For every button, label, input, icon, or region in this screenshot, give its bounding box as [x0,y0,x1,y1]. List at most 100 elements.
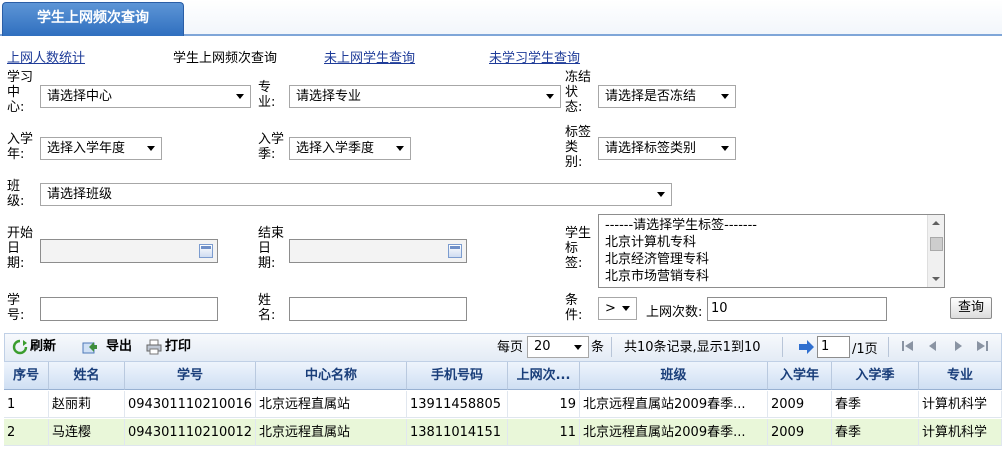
chevron-down-icon [236,94,244,99]
page-number-input[interactable]: 1 [817,336,850,358]
listbox-scrollbar[interactable] [927,215,944,287]
condition-label: 条件: [565,293,583,323]
per-page-select[interactable]: 20 [527,336,589,358]
tag-option[interactable]: 北京计算机专科 [605,234,696,251]
table-cell[interactable]: 北京远程直属站 [256,391,407,418]
col-header-phone[interactable]: 手机号码 [407,362,508,390]
chevron-down-icon [721,94,729,99]
name-label: 姓名: [258,293,276,323]
name-input[interactable] [289,297,467,321]
next-page-icon[interactable] [950,338,966,354]
table-cell[interactable]: 13911458805 [407,391,508,418]
previous-page-icon[interactable] [925,338,941,354]
record-summary: 共10条记录,显示1到10 [624,340,761,355]
chevron-down-icon [396,146,404,151]
col-header-season[interactable]: 入学季 [832,362,919,390]
nav-link-not-studied[interactable]: 未学习学生查询 [489,47,580,66]
table-cell[interactable]: 马连樱 [49,419,125,446]
nav-current-frequency: 学生上网频次查询 [173,51,278,66]
year-label: 入学年: [7,132,34,162]
col-header-center[interactable]: 中心名称 [256,362,407,390]
first-page-icon[interactable] [900,338,916,354]
last-page-icon[interactable] [974,338,990,354]
start-date-input[interactable] [40,239,218,263]
count-input[interactable]: 10 [707,297,887,321]
table-cell[interactable]: 19 [508,391,580,418]
table-cell[interactable]: 094301110210012 [125,419,256,446]
per-page-unit: 条 [591,340,605,355]
end-date-label: 结束日期: [258,226,285,271]
year-select[interactable]: 选择入学年度 [40,137,162,160]
count-label: 上网次数: [646,305,703,320]
major-select[interactable]: 请选择专业 [289,85,561,108]
per-page-label: 每页 [497,340,524,355]
table-cell[interactable]: 春季 [832,391,919,418]
table-cell[interactable]: 计算机科学 [919,391,1002,418]
col-header-student-id[interactable]: 学号 [125,362,256,390]
table-cell[interactable]: 2009 [768,391,832,418]
major-label: 专业: [258,80,276,110]
col-header-major[interactable]: 专业 [919,362,1002,390]
scroll-down-icon[interactable] [932,277,940,281]
col-header-year[interactable]: 入学年 [768,362,832,390]
student-id-label: 学号: [7,293,25,323]
class-label: 班级: [7,179,25,209]
export-button[interactable]: 导出 [106,333,132,360]
chevron-down-icon [574,345,582,350]
chevron-down-icon [657,192,665,197]
season-label: 入学季: [258,132,285,162]
toolbar-separator [782,337,783,357]
table-cell[interactable]: 春季 [832,419,919,446]
chevron-down-icon [546,94,554,99]
student-tag-listbox[interactable]: ------请选择学生标签------- 北京计算机专科 北京经济管理专科 北京… [598,214,945,288]
table-cell[interactable]: 11 [508,419,580,446]
toolbar-separator [888,337,889,357]
go-page-icon[interactable] [798,340,814,354]
chevron-down-icon [147,146,155,151]
scroll-up-icon[interactable] [932,221,940,225]
table-cell[interactable]: 094301110210016 [125,391,256,418]
nav-link-online-count[interactable]: 上网人数统计 [7,47,85,66]
table-cell[interactable]: 北京远程直属站2009春季... [580,419,768,446]
nav-link-not-online[interactable]: 未上网学生查询 [324,47,415,66]
refresh-icon[interactable] [12,339,28,355]
col-header-online-count[interactable]: 上网次... [508,362,580,390]
chevron-down-icon [622,306,630,311]
end-date-input[interactable] [289,239,467,263]
table-cell[interactable]: 北京远程直属站2009春季... [580,391,768,418]
print-button[interactable]: 打印 [165,333,191,360]
tag-option[interactable]: 北京经济管理专科 [605,251,709,268]
export-icon[interactable] [82,339,98,355]
page-total: /1页 [852,342,878,357]
tag-option[interactable]: 北京市场营销专科 [605,268,709,285]
table-cell[interactable]: 赵丽莉 [49,391,125,418]
table-cell[interactable]: 13811014151 [407,419,508,446]
tag-option[interactable]: ------请选择学生标签------- [605,217,757,234]
chevron-down-icon [721,146,729,151]
center-select[interactable]: 请选择中心 [40,85,251,108]
table-cell[interactable]: 1 [4,391,49,418]
calendar-icon[interactable] [199,244,213,258]
table-cell[interactable]: 计算机科学 [919,419,1002,446]
tagtype-label: 标签类别: [565,125,592,170]
calendar-icon[interactable] [448,244,462,258]
col-header-class[interactable]: 班级 [580,362,768,390]
table-cell[interactable]: 2009 [768,419,832,446]
center-label: 学习中心: [7,70,34,115]
table-cell[interactable]: 北京远程直属站 [256,419,407,446]
start-date-label: 开始日期: [7,226,34,271]
tagtype-select[interactable]: 请选择标签类别 [598,137,736,160]
scroll-thumb[interactable] [930,237,943,251]
refresh-button[interactable]: 刷新 [30,333,56,360]
condition-operator-select[interactable]: > [598,297,637,320]
table-cell[interactable]: 2 [4,419,49,446]
class-select[interactable]: 请选择班级 [40,183,672,206]
col-header-name[interactable]: 姓名 [49,362,125,390]
query-button[interactable]: 查询 [950,297,992,319]
student-id-input[interactable] [40,297,218,321]
season-select[interactable]: 选择入学季度 [289,137,411,160]
col-header-index[interactable]: 序号 [4,362,49,390]
print-icon[interactable] [146,339,162,355]
frozen-select[interactable]: 请选择是否冻结 [598,85,736,108]
tab-student-frequency[interactable]: 学生上网频次查询 [2,2,184,36]
